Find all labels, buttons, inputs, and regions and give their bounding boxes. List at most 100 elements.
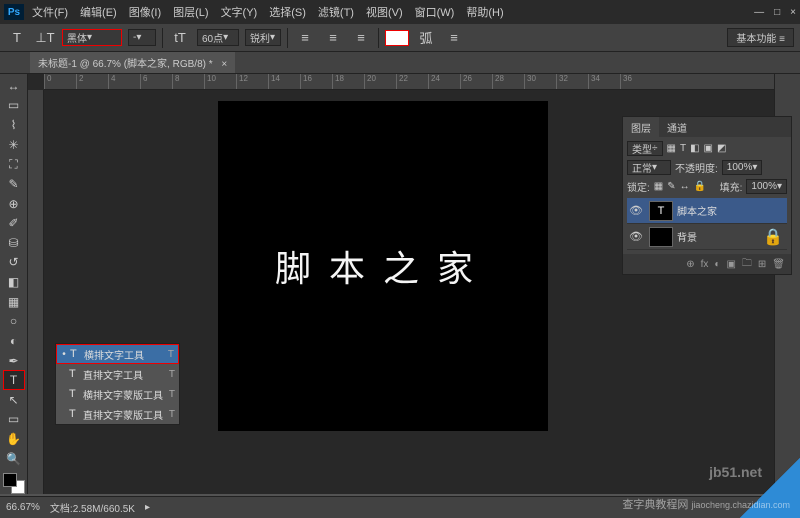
stamp-tool[interactable]: ⛁ [3,233,25,253]
zoom-level[interactable]: 66.67% [6,502,40,513]
menu-layer[interactable]: 图层(L) [173,4,208,20]
layer-name: 脚本之家 [677,203,717,218]
font-size-icon: tT [169,29,191,47]
gradient-tool[interactable]: ▦ [3,292,25,312]
panel-action-icon[interactable]: ▣ [726,259,735,270]
align-center-icon[interactable]: ≡ [322,29,344,47]
blur-tool[interactable]: ○ [3,312,25,332]
path-select-tool[interactable]: ↖ [3,390,25,410]
menu-filter[interactable]: 滤镜(T) [318,4,354,20]
warp-text-icon[interactable]: 弧 [415,29,437,47]
window-maximize-icon[interactable]: □ [774,7,780,18]
fill-value[interactable]: 100% ▾ [746,179,787,194]
divider [287,28,288,48]
lock-icon[interactable]: 🔒 [694,181,706,192]
dodge-tool[interactable]: ◐ [3,331,25,351]
type-flyout-item[interactable]: T直排文字蒙版工具T [56,404,179,424]
window-close-icon[interactable]: × [790,7,796,18]
panel-action-icon[interactable]: ◐ [714,259,720,270]
type-tool[interactable]: T [3,370,25,390]
menu-type[interactable]: 文字(Y) [221,4,258,20]
eyedropper-tool[interactable]: ✎ [3,174,25,194]
tab-layers[interactable]: 图层 [623,117,659,138]
window-minimize-icon[interactable]: — [754,7,764,18]
menu-help[interactable]: 帮助(H) [466,4,503,20]
canvas-text: 脚本之家 [275,240,491,292]
menu-view[interactable]: 视图(V) [366,4,403,20]
ruler-vertical [28,90,44,494]
move-tool[interactable]: ↔ [3,76,25,96]
lock-icon[interactable]: ↔ [680,181,690,192]
document-tab[interactable]: 未标题-1 @ 66.7% (脚本之家, RGB/8) * × [30,52,235,73]
visibility-icon[interactable]: 👁 [627,230,645,243]
type-flyout-item[interactable]: •T横排文字工具T [56,344,179,364]
divider [378,28,379,48]
canvas[interactable]: 脚本之家 [218,101,548,431]
fill-label: 填充: [720,179,743,194]
font-style-select[interactable]: - ▾ [128,29,156,46]
hand-tool[interactable]: ✋ [3,429,25,449]
text-orientation-icon[interactable]: ⊥T [34,29,56,47]
close-tab-icon[interactable]: × [221,59,227,70]
type-flyout-item[interactable]: T直排文字工具T [56,364,179,384]
blend-mode-select[interactable]: 正常 ▾ [627,160,671,175]
crop-tool[interactable]: ⛶ [3,155,25,175]
antialias-select[interactable]: 锐利 ▾ [245,29,281,46]
eraser-tool[interactable]: ◧ [3,272,25,292]
layer-filter-icon[interactable]: T [680,143,686,154]
workspace-select[interactable]: 基本功能 ≡ [727,28,794,47]
text-color-swatch[interactable] [385,30,409,46]
align-left-icon[interactable]: ≡ [294,29,316,47]
layer-filter-icon[interactable]: ▦ [667,143,676,154]
layer-filter-icon[interactable]: ▣ [704,143,713,154]
tab-channels[interactable]: 通道 [659,117,695,138]
layer-thumb [649,227,673,247]
layer-name: 背景 [677,229,697,244]
panel-action-icon[interactable]: 🗑 [772,259,785,270]
watermark-footer: 查字典教程网 jiaocheng.chazidian.com [622,496,790,512]
divider [162,28,163,48]
lock-icon[interactable]: ✎ [667,181,675,192]
app-logo-icon: Ps [4,4,24,20]
layer-row[interactable]: 👁 背景 🔒 [627,224,787,250]
lock-icon: 🔒 [763,227,783,247]
marquee-tool[interactable]: ▭ [3,96,25,116]
char-panel-icon[interactable]: ≡ [443,29,465,47]
layers-panel: 图层 通道 类型 ÷ ▦T◧▣◩ 正常 ▾ 不透明度: 100% ▾ 锁定: ▦… [622,116,792,275]
layer-filter-kind[interactable]: 类型 ÷ [627,141,663,156]
history-brush-tool[interactable]: ↺ [3,253,25,273]
tool-preset-icon[interactable]: T [6,29,28,47]
shape-tool[interactable]: ▭ [3,410,25,430]
toolbox: ↔▭⌇✳⛶✎⊕✐⛁↺◧▦○◐✒T↖▭✋🔍 [0,74,28,494]
panel-action-icon[interactable]: 🗀 [742,256,752,273]
menu-file[interactable]: 文件(F) [32,4,68,20]
fg-bg-colors[interactable] [3,473,25,495]
options-bar: T ⊥T 黑体 ▾ - ▾ tT 60点 ▾ 锐利 ▾ ≡ ≡ ≡ 弧 ≡ 基本… [0,24,800,52]
lasso-tool[interactable]: ⌇ [3,115,25,135]
menu-edit[interactable]: 编辑(E) [80,4,117,20]
panel-action-icon[interactable]: ⊞ [758,259,766,270]
layer-row[interactable]: 👁T脚本之家 [627,198,787,224]
zoom-tool[interactable]: 🔍 [3,449,25,469]
layer-filter-icon[interactable]: ◩ [717,143,726,154]
font-size-select[interactable]: 60点 ▾ [197,29,239,46]
menu-select[interactable]: 选择(S) [269,4,306,20]
opacity-value[interactable]: 100% ▾ [722,160,763,175]
panel-action-icon[interactable]: fx [701,259,709,270]
pen-tool[interactable]: ✒ [3,351,25,371]
type-flyout-item[interactable]: T横排文字蒙版工具T [56,384,179,404]
menu-image[interactable]: 图像(I) [129,4,161,20]
visibility-icon[interactable]: 👁 [627,204,645,217]
panel-action-icon[interactable]: ⊕ [686,259,694,270]
lock-icon[interactable]: ▦ [654,181,663,192]
layer-filter-icon[interactable]: ◧ [690,143,699,154]
ruler-horizontal: 024681012141618202224262830323436 [44,74,774,90]
font-family-select[interactable]: 黑体 ▾ [62,29,122,46]
align-right-icon[interactable]: ≡ [350,29,372,47]
magic-wand-tool[interactable]: ✳ [3,135,25,155]
titlebar: Ps 文件(F) 编辑(E) 图像(I) 图层(L) 文字(Y) 选择(S) 滤… [0,0,800,24]
menu-window[interactable]: 窗口(W) [415,4,455,20]
doc-info: 文档:2.58M/660.5K [50,500,135,515]
healing-tool[interactable]: ⊕ [3,194,25,214]
brush-tool[interactable]: ✐ [3,213,25,233]
